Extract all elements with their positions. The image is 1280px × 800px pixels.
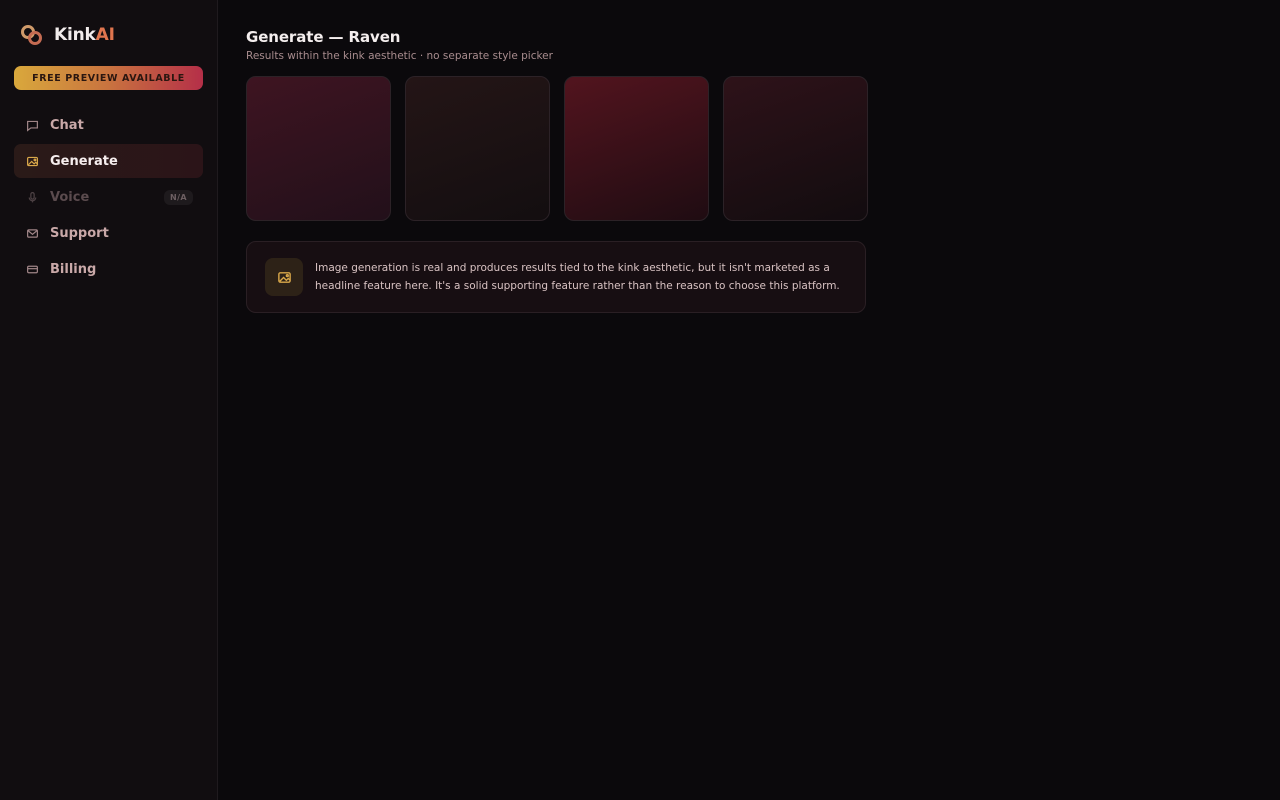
generated-image-tile[interactable]: [405, 76, 550, 221]
sidebar-item-support[interactable]: Support: [14, 216, 203, 250]
mail-icon: [24, 225, 40, 241]
info-text: Image generation is real and produces re…: [315, 262, 840, 292]
sidebar-item-label: Chat: [50, 117, 84, 133]
page-subtitle: Results within the kink aesthetic · no s…: [246, 50, 553, 62]
generated-image-grid: [246, 76, 1252, 221]
sidebar: KinkAI FREE PREVIEW AVAILABLE Chat Gener…: [0, 0, 218, 800]
chat-bubble-icon: [24, 117, 40, 133]
info-card: Image generation is real and produces re…: [246, 241, 866, 313]
brand-name-part2: AI: [95, 25, 115, 45]
generated-image-tile[interactable]: [564, 76, 709, 221]
app-root: KinkAI FREE PREVIEW AVAILABLE Chat Gener…: [0, 0, 1280, 800]
sidebar-item-billing[interactable]: Billing: [14, 252, 203, 286]
brand-logo-icon: [20, 23, 44, 47]
free-preview-banner[interactable]: FREE PREVIEW AVAILABLE: [14, 66, 203, 90]
sidebar-item-label: Voice: [50, 189, 90, 205]
sidebar-item-voice[interactable]: Voice N/A: [14, 180, 203, 214]
microphone-icon: [24, 189, 40, 205]
brand-name-part1: Kink: [54, 25, 96, 45]
sidebar-item-generate[interactable]: Generate: [14, 144, 203, 178]
sidebar-item-chat[interactable]: Chat: [14, 108, 203, 142]
image-icon: [265, 258, 303, 296]
unavailable-badge: N/A: [163, 190, 193, 205]
generated-image-tile[interactable]: [723, 76, 868, 221]
sidebar-item-label: Support: [50, 225, 109, 241]
card-icon: [24, 261, 40, 277]
image-icon: [24, 153, 40, 169]
generated-image-tile[interactable]: [246, 76, 391, 221]
brand-name: KinkAI: [54, 25, 115, 45]
brand[interactable]: KinkAI: [20, 20, 203, 50]
main-content: Generate — Raven Results within the kink…: [218, 0, 1280, 800]
page-title: Generate — Raven: [246, 28, 401, 46]
sidebar-item-label: Generate: [50, 153, 118, 169]
sidebar-item-label: Billing: [50, 261, 97, 277]
sidebar-nav: Chat Generate Voice N/A Support Billing: [14, 108, 203, 286]
